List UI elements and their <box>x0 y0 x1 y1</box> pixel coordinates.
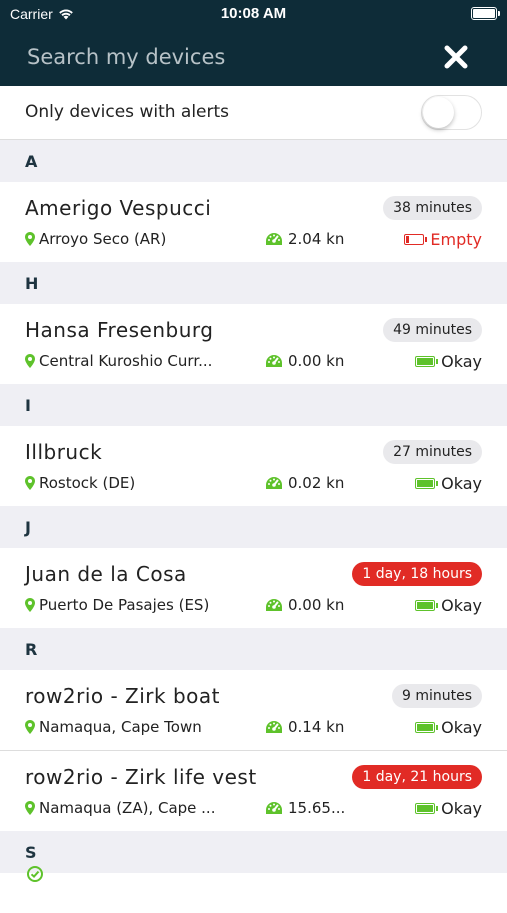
device-location: Namaqua, Cape Town <box>25 718 202 736</box>
device-row[interactable]: row2rio - Zirk boat 9 minutes Namaqua, Cap… <box>0 670 507 751</box>
location-label: Namaqua, Cape Town <box>39 718 202 736</box>
last-seen-badge: 1 day, 18 hours <box>352 562 482 586</box>
battery-icon <box>415 722 439 733</box>
speed-label: 0.00 kn <box>288 596 345 614</box>
speedometer-icon <box>265 801 283 815</box>
device-name: row2rio - Zirk boat <box>25 684 220 708</box>
battery-icon <box>415 803 439 814</box>
location-label: Puerto De Pasajes (ES) <box>39 596 210 614</box>
alerts-filter-row: Only devices with alerts <box>0 86 507 140</box>
status-time: 10:08 AM <box>220 5 287 22</box>
last-seen-badge: 49 minutes <box>383 318 482 342</box>
device-name: row2rio - Zirk life vest <box>25 765 257 789</box>
section-letter: A <box>25 152 38 171</box>
last-seen-badge: 27 minutes <box>383 440 482 464</box>
device-row[interactable]: Hansa Fresenburg 49 minutes Central Kurosh… <box>0 304 507 384</box>
battery-icon <box>415 600 439 611</box>
device-row[interactable]: Juan de la Cosa 1 day, 18 hours Puerto De … <box>0 548 507 628</box>
device-list: A Amerigo Vespucci 38 minutes Arroyo Seco (… <box>0 140 507 913</box>
device-speed: 0.14 kn <box>265 718 344 736</box>
toggle-knob <box>423 97 454 128</box>
last-seen-badge: 38 minutes <box>383 196 482 220</box>
section-letter: J <box>25 518 31 537</box>
section-header-a: A <box>0 140 507 182</box>
speed-label: 0.02 kn <box>288 474 345 492</box>
device-row[interactable]: row2rio - Zirk life vest 1 day, 21 hours N… <box>0 751 507 831</box>
section-header-s: S <box>0 831 507 873</box>
device-location: Central Kuroshio Curr... <box>25 352 212 370</box>
battery-icon <box>404 234 428 245</box>
map-pin-icon <box>25 598 35 612</box>
speedometer-icon <box>265 476 283 490</box>
speedometer-icon <box>265 354 283 368</box>
device-name: Hansa Fresenburg <box>25 318 214 342</box>
section-header-j: J <box>0 506 507 548</box>
device-location: Puerto De Pasajes (ES) <box>25 596 209 614</box>
section-header-i: I <box>0 384 507 426</box>
device-speed: 0.02 kn <box>265 474 344 492</box>
speedometer-icon <box>265 232 283 246</box>
section-letter: H <box>25 274 39 293</box>
device-speed: 15.65... <box>265 799 345 817</box>
device-name: Illbruck <box>25 440 103 464</box>
speed-label: 2.04 kn <box>288 230 345 248</box>
device-name: Juan de la Cosa <box>25 562 187 586</box>
device-name: Amerigo Vespucci <box>25 196 212 220</box>
device-row[interactable]: Amerigo Vespucci 38 minutes Arroyo Seco (A… <box>0 182 507 262</box>
device-speed: 2.04 kn <box>265 230 344 248</box>
map-pin-icon <box>25 232 35 246</box>
speedometer-icon <box>265 720 283 734</box>
section-letter: S <box>25 843 37 862</box>
map-pin-icon <box>25 720 35 734</box>
battery-label: Okay <box>441 352 482 371</box>
alerts-filter-label: Only devices with alerts <box>25 102 230 122</box>
section-letter: I <box>25 396 31 415</box>
section-header-h: H <box>0 262 507 304</box>
search-input[interactable] <box>25 38 409 76</box>
device-location: Namaqua (ZA), Cape ... <box>25 799 215 817</box>
map-pin-icon <box>25 476 35 490</box>
battery-label: Okay <box>441 474 482 493</box>
status-battery-icon <box>471 7 500 20</box>
battery-icon <box>415 478 439 489</box>
speed-label: 15.65... <box>288 799 346 817</box>
battery-status: Okay <box>415 596 482 615</box>
location-label: Arroyo Seco (AR) <box>39 230 167 248</box>
device-speed: 0.00 kn <box>265 596 344 614</box>
check-circle-icon <box>27 866 43 882</box>
search-header <box>0 28 507 86</box>
status-bar: Carrier 10:08 AM <box>0 0 507 28</box>
battery-label: Okay <box>441 799 482 818</box>
location-label: Central Kuroshio Curr... <box>39 352 213 370</box>
battery-status: Okay <box>415 474 482 493</box>
map-pin-icon <box>25 354 35 368</box>
device-row-partial[interactable] <box>0 873 507 913</box>
alerts-filter-toggle[interactable] <box>421 95 482 130</box>
device-speed: 0.00 kn <box>265 352 344 370</box>
location-label: Namaqua (ZA), Cape ... <box>39 799 216 817</box>
last-seen-badge: 9 minutes <box>391 684 482 708</box>
close-icon[interactable] <box>443 44 469 70</box>
section-header-r: R <box>0 628 507 670</box>
battery-status: Okay <box>415 352 482 371</box>
battery-status: Okay <box>415 799 482 818</box>
battery-icon <box>415 356 439 367</box>
location-label: Rostock (DE) <box>39 474 136 492</box>
battery-label: Okay <box>441 718 482 737</box>
device-row[interactable]: Illbruck 27 minutes Rostock (DE) 0.02 kn Oka… <box>0 426 507 506</box>
battery-label: Okay <box>441 596 482 615</box>
speedometer-icon <box>265 598 283 612</box>
speed-label: 0.14 kn <box>288 718 345 736</box>
battery-status: Okay <box>415 718 482 737</box>
device-location: Arroyo Seco (AR) <box>25 230 166 248</box>
speed-label: 0.00 kn <box>288 352 345 370</box>
last-seen-badge: 1 day, 21 hours <box>352 765 482 789</box>
device-location: Rostock (DE) <box>25 474 135 492</box>
map-pin-icon <box>25 801 35 815</box>
battery-label: Empty <box>430 230 482 249</box>
battery-status: Empty <box>404 230 482 249</box>
section-letter: R <box>25 640 38 659</box>
